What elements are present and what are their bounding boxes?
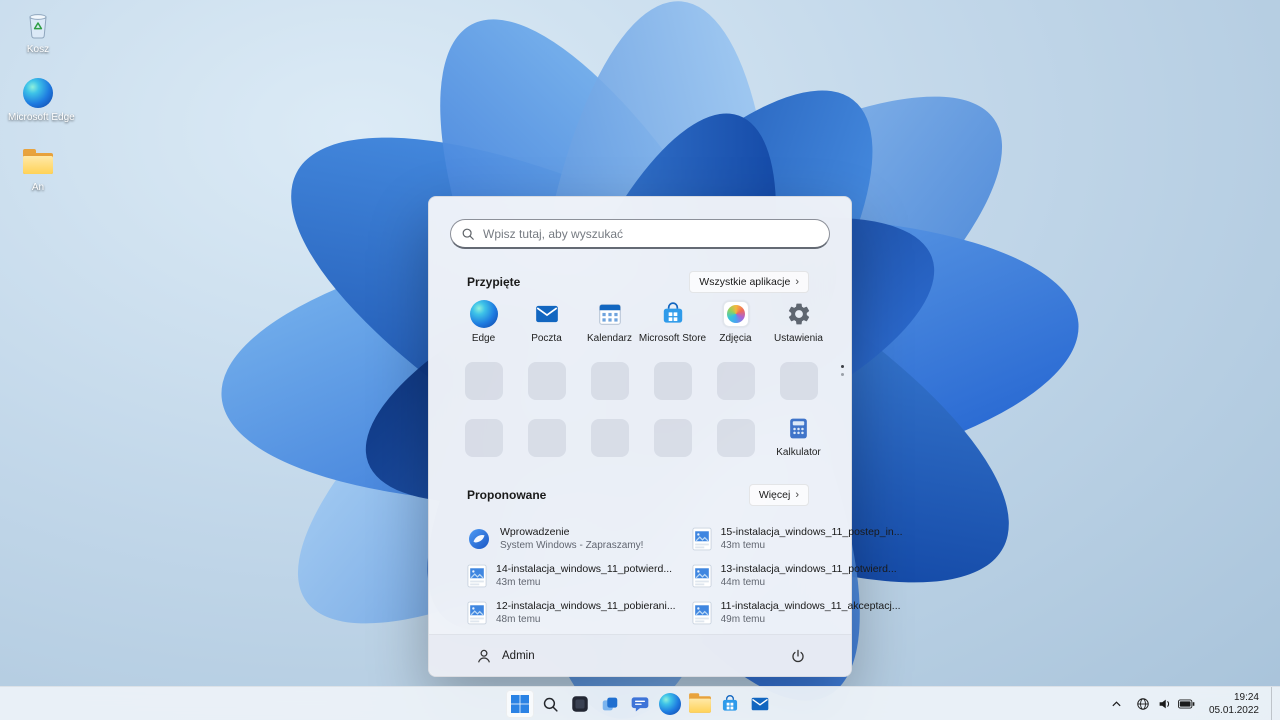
desktop-icon-folder[interactable]: An	[8, 146, 68, 193]
pinned-placeholder	[704, 352, 767, 409]
user-icon	[477, 649, 491, 663]
clock[interactable]: 19:24 05.01.2022	[1205, 689, 1263, 719]
system-tray[interactable]	[1134, 693, 1197, 715]
store-icon	[660, 300, 686, 328]
mail-icon	[751, 697, 769, 711]
calculator-icon	[786, 414, 811, 442]
volume-icon	[1159, 699, 1170, 708]
windows-logo-icon	[511, 695, 529, 713]
gear-icon	[786, 300, 812, 328]
recycle-bin-icon	[8, 8, 68, 42]
calendar-icon	[597, 300, 623, 328]
tray-overflow-button[interactable]	[1107, 696, 1126, 712]
chat-icon	[631, 697, 649, 712]
start-menu: Przypięte Wszystkie aplikacje › Edge Poc…	[428, 196, 903, 677]
image-file-icon	[692, 601, 712, 624]
power-button[interactable]	[783, 641, 813, 671]
get-started-icon	[469, 528, 489, 549]
desktop-icon-label: An	[31, 182, 45, 193]
pinned-app-mail[interactable]: Poczta	[515, 295, 578, 352]
recommended-item[interactable]: 12-instalacja_windows_11_pobierani... 48…	[467, 594, 676, 631]
pinned-apps-grid: Edge Poczta Kalendarz Microsoft Store Zd…	[452, 295, 830, 466]
all-apps-button[interactable]: Wszystkie aplikacje ›	[689, 271, 809, 293]
taskbar-search-button[interactable]	[536, 690, 564, 718]
chevron-right-icon: ›	[795, 275, 799, 288]
task-view-icon	[572, 696, 588, 712]
folder-icon	[8, 146, 68, 180]
store-icon	[722, 695, 738, 711]
recommended-item[interactable]: 13-instalacja_windows_11_potwierd... 44m…	[692, 557, 903, 594]
clock-date: 05.01.2022	[1208, 704, 1259, 716]
pinned-page-dots[interactable]	[841, 365, 844, 376]
desktop-icon-label: Kosz	[26, 44, 50, 55]
pinned-placeholder	[515, 352, 578, 409]
taskbar-store-button[interactable]	[716, 690, 744, 718]
network-icon	[1137, 697, 1149, 710]
taskbar: 19:24 05.01.2022	[0, 686, 1280, 720]
pinned-app-calendar[interactable]: Kalendarz	[578, 295, 641, 352]
recommended-section-title: Proponowane	[467, 488, 547, 502]
pinned-section-title: Przypięte	[467, 275, 521, 289]
chat-button[interactable]	[626, 690, 654, 718]
image-file-icon	[467, 601, 487, 624]
power-icon	[792, 649, 804, 662]
more-button[interactable]: Więcej ›	[748, 484, 809, 506]
desktop-icon-label: Microsoft Edge	[8, 112, 75, 123]
search-icon	[462, 228, 474, 240]
photos-icon	[722, 300, 749, 328]
widgets-button[interactable]	[596, 690, 624, 718]
start-button[interactable]	[506, 690, 534, 718]
pinned-placeholder	[641, 352, 704, 409]
file-explorer-button[interactable]	[686, 690, 714, 718]
start-footer: Admin	[429, 634, 851, 676]
show-desktop-button[interactable]	[1271, 687, 1276, 720]
clock-time: 19:24	[1233, 691, 1259, 703]
battery-icon	[1177, 699, 1195, 708]
task-view-button[interactable]	[566, 690, 594, 718]
start-search	[450, 219, 830, 249]
pinned-placeholder	[578, 352, 641, 409]
pinned-app-calculator[interactable]: Kalkulator	[767, 409, 830, 466]
pinned-placeholder	[578, 409, 641, 466]
search-icon	[543, 697, 558, 712]
taskbar-mail-button[interactable]	[746, 690, 774, 718]
edge-icon	[659, 693, 681, 715]
user-name: Admin	[502, 649, 535, 662]
user-profile-button[interactable]: Admin	[467, 643, 543, 669]
mail-icon	[534, 300, 560, 328]
taskbar-edge-button[interactable]	[656, 690, 684, 718]
recommended-item[interactable]: 15-instalacja_windows_11_postep_in... 43…	[692, 520, 903, 557]
pinned-app-settings[interactable]: Ustawienia	[767, 295, 830, 352]
chevron-right-icon: ›	[795, 488, 799, 501]
pinned-placeholder	[704, 409, 767, 466]
edge-icon	[469, 300, 498, 328]
pinned-app-photos[interactable]: Zdjęcia	[704, 295, 767, 352]
image-file-icon	[692, 527, 712, 550]
image-file-icon	[692, 564, 712, 587]
start-search-input[interactable]	[450, 219, 830, 249]
recommended-item[interactable]: Wprowadzenie System Windows - Zapraszamy…	[467, 520, 676, 557]
chevron-up-icon	[1112, 700, 1121, 706]
recommended-item[interactable]: 14-instalacja_windows_11_potwierd... 43m…	[467, 557, 676, 594]
pinned-placeholder	[767, 352, 830, 409]
pinned-placeholder	[452, 409, 515, 466]
pinned-placeholder	[452, 352, 515, 409]
pinned-placeholder	[515, 409, 578, 466]
widgets-icon	[602, 697, 618, 711]
recommended-item[interactable]: 11-instalacja_windows_11_akceptacj... 49…	[692, 594, 903, 631]
pinned-app-edge[interactable]: Edge	[452, 295, 515, 352]
desktop-icon-recycle-bin[interactable]: Kosz	[8, 8, 68, 55]
image-file-icon	[467, 564, 487, 587]
recommended-grid: Wprowadzenie System Windows - Zapraszamy…	[467, 520, 903, 631]
folder-icon	[689, 692, 711, 713]
pinned-placeholder	[641, 409, 704, 466]
edge-icon	[8, 76, 68, 110]
desktop-icon-edge[interactable]: Microsoft Edge	[8, 76, 75, 123]
pinned-app-store[interactable]: Microsoft Store	[639, 295, 706, 352]
